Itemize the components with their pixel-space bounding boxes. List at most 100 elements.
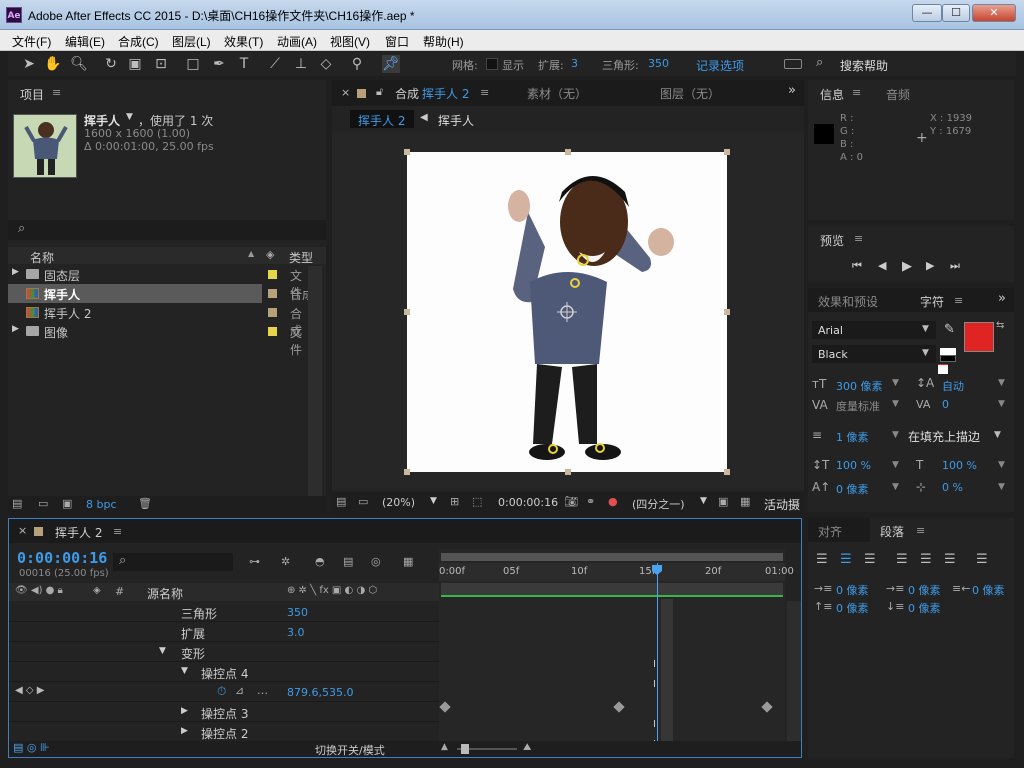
rectangle-tool-icon[interactable]: □ [184, 55, 202, 73]
active-camera-dropdown[interactable]: 活动摄 [764, 496, 800, 513]
next-frame-icon[interactable]: ▶ [926, 259, 934, 272]
project-row[interactable]: 挥手人 2 合成 [8, 303, 308, 338]
timeline-panel-menu[interactable]: ≡ [113, 525, 122, 538]
keyframe-marker-icon[interactable]: I [653, 679, 656, 690]
keyframe-icon[interactable] [761, 701, 773, 713]
tab-effects-presets[interactable]: 效果和预设 [818, 293, 878, 310]
time-zoom-handle[interactable] [461, 744, 469, 754]
align-center-icon[interactable]: ☰ [840, 552, 852, 567]
close-tab-icon[interactable]: × [341, 86, 350, 99]
last-frame-icon[interactable]: ⏭ [950, 259, 960, 273]
align-left-icon[interactable]: ☰ [816, 552, 828, 567]
tab-timeline-comp[interactable]: 挥手人 2 [55, 524, 102, 541]
label-tag-icon[interactable]: ◈ [266, 248, 274, 261]
minimize-button[interactable]: — [912, 4, 942, 22]
project-panel-menu[interactable]: ≡ [52, 86, 61, 99]
time-ruler[interactable]: 0:00f 05f 10f 15f 20f 01:00 [439, 563, 794, 581]
chevron-down-icon[interactable]: ▼ [994, 430, 1001, 440]
property-row[interactable]: 扩展 3.0 [9, 622, 439, 642]
property-row[interactable]: ▼ 变形 [9, 642, 439, 662]
item-dropdown-icon[interactable]: ▼ [126, 112, 133, 122]
clone-stamp-tool-icon[interactable]: ⊥ [292, 55, 310, 73]
resolution-dropdown[interactable]: (四分之一) [632, 496, 685, 512]
pan-behind-tool-icon[interactable]: ⊡ [152, 55, 170, 73]
current-time-indicator[interactable] [657, 563, 658, 745]
justify-right-icon[interactable]: ☰ [944, 552, 956, 567]
keyframe-marker-icon[interactable]: I [653, 719, 656, 730]
eyedropper-icon[interactable]: ✎ [944, 322, 955, 337]
lock-icon[interactable]: 🔓︎ [376, 85, 383, 99]
transform-handle[interactable] [404, 309, 410, 315]
property-value[interactable]: 3.0 [287, 626, 305, 639]
column-hash[interactable]: # [115, 585, 124, 598]
show-snapshot-icon[interactable]: ⚭ [586, 495, 595, 508]
keyframe-navigator-icon[interactable]: ◀ ◇ ▶ [15, 685, 44, 696]
always-preview-icon[interactable]: ▤ [336, 495, 346, 508]
timeline-current-time[interactable]: 0:00:00:16 [17, 549, 107, 567]
font-size-value[interactable]: 300 像素 [836, 378, 883, 394]
keyboard-icon[interactable] [784, 59, 802, 69]
tab-project[interactable]: 项目 [20, 86, 44, 103]
swap-colors-icon[interactable]: ⇆ [996, 320, 1004, 331]
more-tabs-chevron-icon[interactable]: » [788, 83, 796, 98]
search-icon[interactable]: ⌕ [816, 55, 823, 70]
grid-guides-icon[interactable]: ⊞ [450, 495, 459, 508]
more-tabs-chevron-icon[interactable]: » [998, 291, 1006, 306]
chevron-down-icon[interactable]: ▼ [892, 460, 899, 470]
black-swatch[interactable] [940, 355, 956, 362]
menu-animation[interactable]: 动画(A) [277, 33, 317, 50]
no-color-swatch[interactable] [938, 364, 948, 374]
chevron-down-icon[interactable]: ▼ [998, 378, 1005, 388]
white-swatch[interactable] [940, 348, 956, 355]
rotate-tool-icon[interactable]: ↻ [102, 55, 120, 73]
new-folder-icon[interactable]: ▭ [38, 497, 48, 510]
new-composition-icon[interactable]: ▣ [62, 497, 72, 510]
sort-up-icon[interactable]: ▲ [248, 249, 254, 258]
menu-edit[interactable]: 编辑(E) [65, 33, 105, 50]
timeline-scrollbar[interactable] [787, 601, 801, 747]
kerning-value[interactable]: 度量标准 [836, 398, 880, 414]
mesh-show-checkbox[interactable] [486, 58, 498, 70]
monitor-icon[interactable]: ▭ [358, 495, 368, 508]
stopwatch-icon[interactable]: ⏱ [217, 684, 226, 699]
horizontal-scale-value[interactable]: 100 % [942, 459, 977, 472]
comp-viewer[interactable] [332, 132, 804, 490]
expand-arrow-icon[interactable]: ▶ [12, 267, 19, 277]
tsume-value[interactable]: 0 % [942, 481, 963, 494]
transform-handle[interactable] [404, 469, 410, 475]
keyframe-icon[interactable] [613, 701, 625, 713]
tab-footage[interactable]: 素材（无） [527, 85, 587, 102]
menu-composition[interactable]: 合成(C) [118, 33, 159, 50]
zoom-dropdown[interactable]: (20%) [382, 496, 415, 509]
font-family-dropdown[interactable]: Arial ▼ [812, 321, 936, 339]
zoom-out-icon[interactable]: ▲ [441, 742, 448, 752]
zoom-tool-icon[interactable]: 🔍︎ [70, 55, 88, 73]
interpret-footage-icon[interactable]: ▤ [12, 497, 22, 510]
maximize-button[interactable]: ☐ [942, 4, 970, 22]
layer-duration-bar[interactable] [441, 583, 783, 597]
breadcrumb-parent[interactable]: 挥手人 [438, 112, 474, 129]
para-panel-menu[interactable]: ≡ [916, 524, 925, 537]
record-options-link[interactable]: 记录选项 [696, 57, 744, 74]
region-of-interest-icon[interactable]: ▣ [718, 495, 728, 508]
close-tab-icon[interactable]: × [18, 524, 27, 537]
menu-effect[interactable]: 效果(T) [224, 33, 263, 50]
baseline-shift-value[interactable]: 0 像素 [836, 481, 869, 497]
timeline-search-field[interactable]: ⌕ [113, 553, 233, 571]
space-after-value[interactable]: 0 像素 [908, 600, 941, 616]
time-graph[interactable]: 0:00f 05f 10f 15f 20f 01:00 I I I I [439, 549, 794, 750]
triangles-value[interactable]: 350 [648, 57, 669, 70]
keyframe-marker-icon[interactable]: I [653, 659, 656, 670]
chevron-down-icon[interactable]: ▼ [892, 399, 899, 409]
property-row-position[interactable]: ◀ ◇ ▶ ⏱ ⊿ … 879.6,535.0 [9, 682, 439, 702]
menu-layer[interactable]: 图层(L) [172, 33, 211, 50]
type-tool-icon[interactable]: T [235, 55, 253, 73]
label-color-swatch[interactable] [268, 289, 277, 298]
menu-help[interactable]: 帮助(H) [423, 33, 464, 50]
chevron-down-icon[interactable]: ▼ [700, 496, 707, 506]
label-tag-icon[interactable]: ◈ [93, 585, 101, 596]
previous-frame-icon[interactable]: ◀ [878, 259, 886, 272]
chevron-down-icon[interactable]: ▼ [998, 482, 1005, 492]
frame-blending-icon[interactable]: ▤ [343, 555, 353, 568]
indent-left-value[interactable]: 0 像素 [836, 582, 869, 598]
